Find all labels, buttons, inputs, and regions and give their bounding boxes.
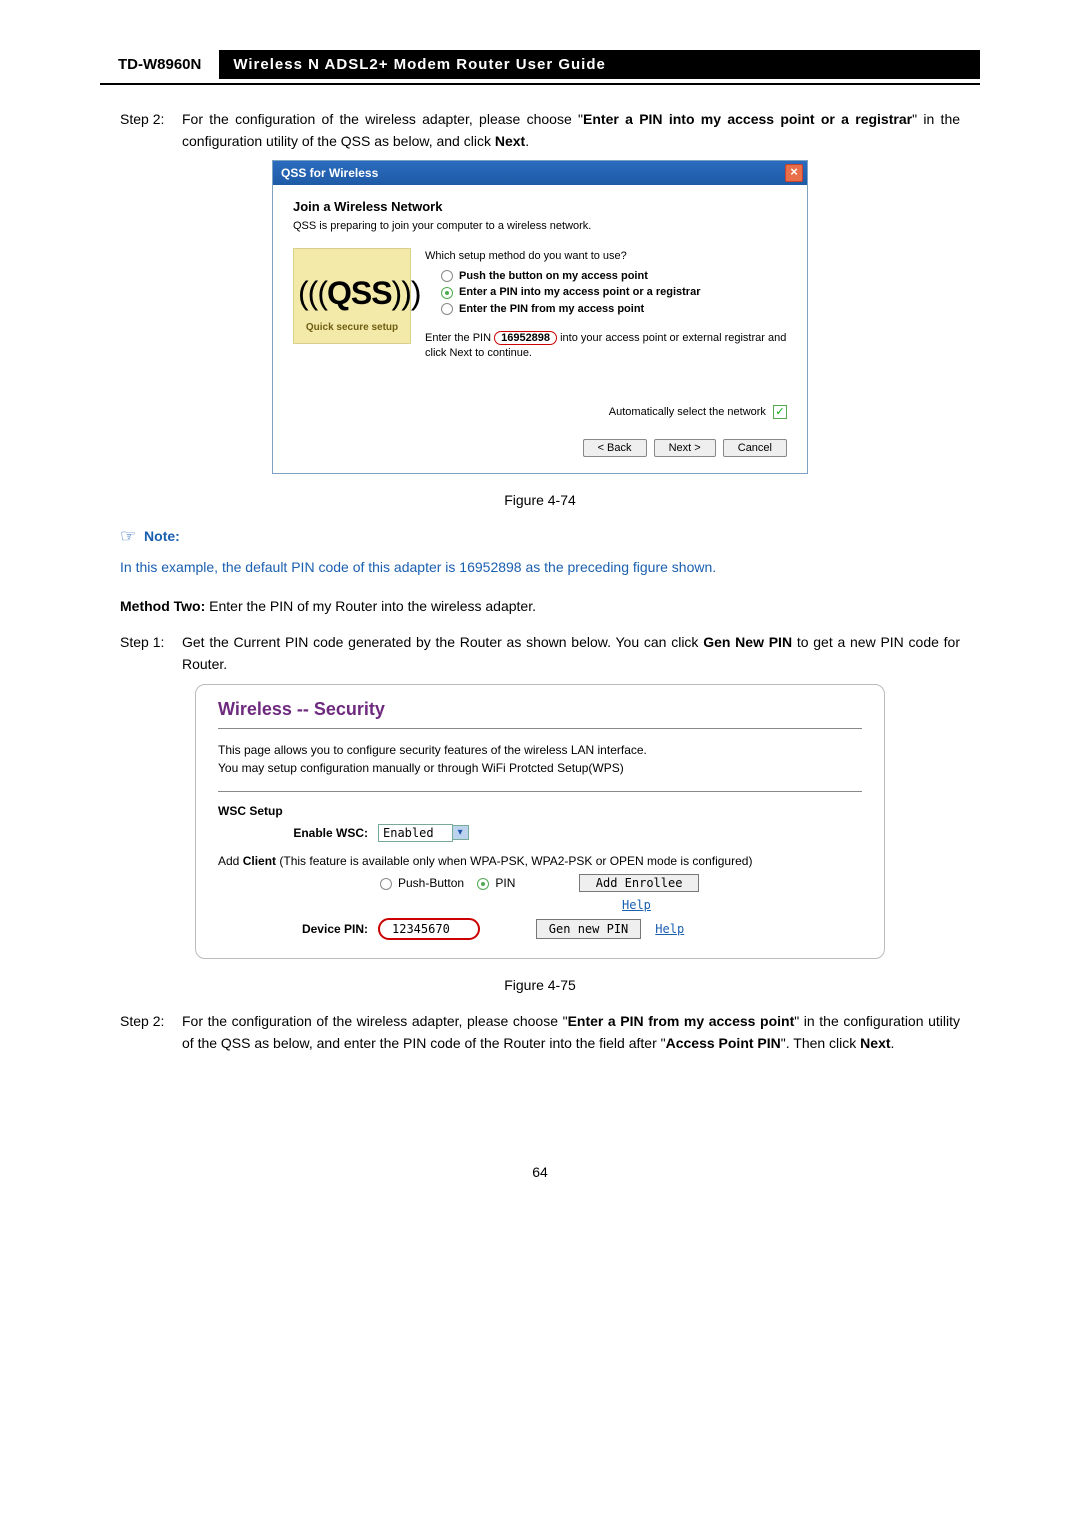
bold: Next [860, 1035, 890, 1051]
qss-logo: (((QSS))) [298, 275, 406, 312]
bold: Enter a PIN from my access point [568, 1013, 795, 1029]
step-label: Step 2: [120, 109, 182, 152]
radio-enter-pin-ap[interactable]: Enter a PIN into my access point or a re… [441, 286, 787, 298]
step-2-text: Step 2: For the configuration of the wir… [120, 109, 960, 152]
push-pin-row: Push-Button PIN Add Enrollee [380, 874, 862, 892]
add-enrollee-button[interactable]: Add Enrollee [579, 874, 700, 892]
radio-label: Enter the PIN from my access point [459, 303, 644, 315]
help-link[interactable]: Help [655, 922, 684, 936]
text: For the configuration of the wireless ad… [182, 111, 583, 127]
next-button[interactable]: Next > [654, 439, 716, 457]
step-2b-text: Step 2: For the configuration of the wir… [120, 1011, 960, 1054]
figure-caption-75: Figure 4-75 [100, 977, 980, 993]
pin-instruction: Enter the PIN 16952898 into your access … [425, 331, 787, 362]
step-1-text: Step 1: Get the Current PIN code generat… [120, 632, 960, 675]
panel-divider [218, 791, 862, 792]
cancel-button[interactable]: Cancel [723, 439, 787, 457]
text: Add [218, 854, 243, 868]
device-pin-highlight: 12345670 [378, 918, 480, 940]
close-icon[interactable]: × [785, 164, 803, 182]
radio-push-button-method[interactable] [380, 876, 398, 890]
text: For the configuration of the wireless ad… [182, 1013, 568, 1029]
enable-wsc-label: Enable WSC: [218, 826, 378, 840]
auto-select-checkbox[interactable]: ✓ [773, 405, 787, 419]
device-pin-label: Device PIN: [218, 922, 378, 936]
step-content: Get the Current PIN code generated by th… [182, 632, 960, 675]
gen-new-pin-button[interactable]: Gen new PIN [536, 919, 641, 939]
radio-push-button[interactable]: Push the button on my access point [441, 270, 787, 282]
enable-wsc-row: Enable WSC: Enabled▾ [218, 824, 862, 842]
bold-enter-pin: Enter a PIN into my access point or a re… [583, 111, 912, 127]
add-client-text: Add Client (This feature is available on… [218, 854, 862, 868]
router-security-panel: Wireless -- Security This page allows yo… [195, 684, 885, 959]
dialog-subheading: QSS is preparing to join your computer t… [293, 220, 787, 232]
note-heading: ☞ Note: [120, 526, 960, 547]
help-row: Help [608, 898, 862, 912]
panel-divider [218, 728, 862, 729]
bold: Client [243, 854, 276, 868]
text: You may setup configuration manually or … [218, 761, 624, 775]
page-header: TD-W8960N Wireless N ADSL2+ Modem Router… [100, 50, 980, 79]
dialog-titlebar: QSS for Wireless × [273, 161, 807, 185]
radio-label: PIN [495, 876, 515, 890]
text: Get the Current PIN code generated by th… [182, 634, 703, 650]
step-label: Step 2: [120, 1011, 182, 1054]
note-text: In this example, the default PIN code of… [120, 557, 960, 578]
device-pin-row: Device PIN: 12345670 Gen new PIN Help [218, 918, 862, 940]
radio-icon [441, 287, 453, 299]
qss-logo-caption: Quick secure setup [298, 322, 406, 333]
qss-logo-panel: (((QSS))) Quick secure setup [293, 248, 411, 344]
radio-label: Enter a PIN into my access point or a re… [459, 286, 700, 298]
panel-title: Wireless -- Security [218, 699, 862, 720]
radio-icon [477, 878, 489, 890]
radio-pin-method[interactable] [477, 876, 495, 890]
text: ". Then click [781, 1035, 860, 1051]
page-number: 64 [100, 1164, 980, 1180]
auto-select-row: Automatically select the network ✓ [293, 405, 787, 419]
step-content: For the configuration of the wireless ad… [182, 109, 960, 152]
text: Enter the PIN [425, 332, 494, 344]
step-label: Step 1: [120, 632, 182, 675]
dialog-title: QSS for Wireless [277, 166, 785, 180]
text: This page allows you to configure securi… [218, 743, 647, 757]
figure-caption-74: Figure 4-74 [100, 492, 980, 508]
radio-icon [441, 270, 453, 282]
dialog-buttons: < Back Next > Cancel [293, 439, 787, 457]
guide-title: Wireless N ADSL2+ Modem Router User Guid… [219, 50, 980, 79]
radio-label: Push the button on my access point [459, 270, 648, 282]
text: . [525, 133, 529, 149]
qss-dialog: QSS for Wireless × Join a Wireless Netwo… [272, 160, 808, 474]
enable-wsc-select[interactable]: Enabled [378, 824, 453, 842]
help-link[interactable]: Help [622, 898, 651, 912]
setup-question: Which setup method do you want to use? [425, 250, 787, 262]
note-label: Note: [144, 528, 180, 544]
back-button[interactable]: < Back [583, 439, 647, 457]
text: . [891, 1035, 895, 1051]
radio-icon [380, 878, 392, 890]
wsc-setup-heading: WSC Setup [218, 804, 862, 818]
pin-highlight: 16952898 [494, 331, 557, 345]
radio-enter-pin-from-ap[interactable]: Enter the PIN from my access point [441, 303, 787, 315]
bold-next: Next [495, 133, 525, 149]
text: (This feature is available only when WPA… [276, 854, 752, 868]
bold-gen-new-pin: Gen New PIN [703, 634, 792, 650]
radio-label: Push-Button [398, 876, 464, 890]
method-two: Method Two: Enter the PIN of my Router i… [120, 598, 960, 614]
chevron-down-icon[interactable]: ▾ [453, 825, 469, 840]
header-divider [100, 83, 980, 85]
note-icon: ☞ [120, 526, 136, 546]
product-model: TD-W8960N [100, 50, 219, 79]
auto-select-label: Automatically select the network [609, 406, 766, 418]
panel-description: This page allows you to configure securi… [218, 741, 862, 777]
radio-icon [441, 303, 453, 315]
dialog-heading: Join a Wireless Network [293, 199, 787, 214]
bold: Access Point PIN [666, 1035, 781, 1051]
text: Enter the PIN of my Router into the wire… [205, 598, 536, 614]
method-two-label: Method Two: [120, 598, 205, 614]
step-content: For the configuration of the wireless ad… [182, 1011, 960, 1054]
